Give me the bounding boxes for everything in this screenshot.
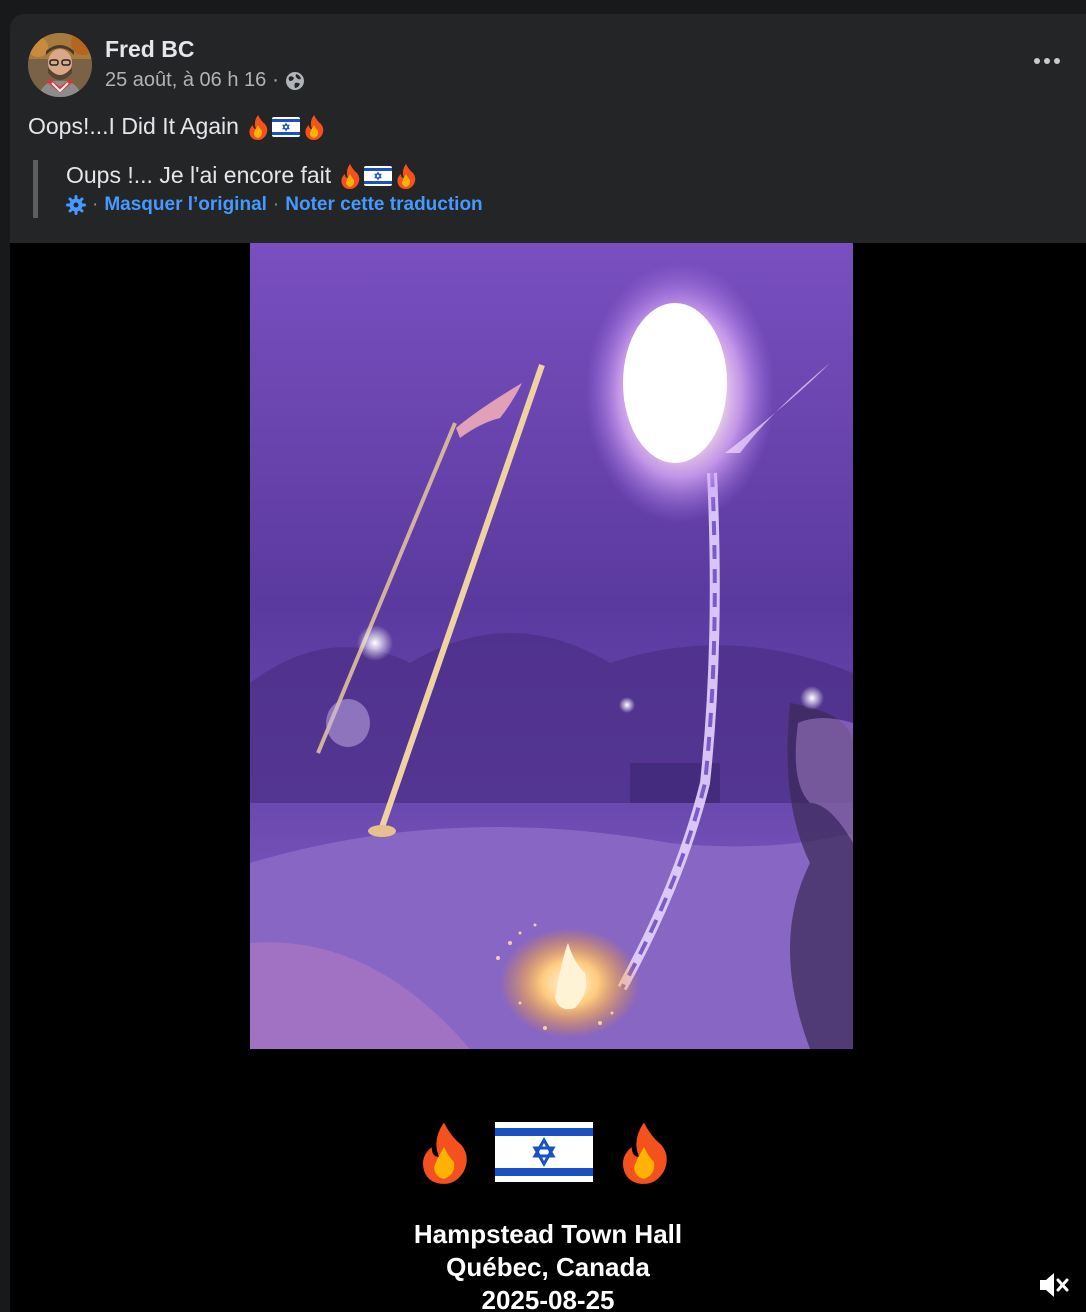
translation-emojis <box>339 163 417 189</box>
video-overlay-emojis <box>10 1120 1086 1184</box>
fire-icon <box>397 163 416 189</box>
link-separator: · <box>272 194 280 215</box>
muted-speaker-icon[interactable] <box>1036 1267 1072 1303</box>
avatar[interactable] <box>28 33 92 97</box>
video-frame-image <box>250 243 853 1049</box>
israel-flag-icon <box>271 116 300 137</box>
fire-icon <box>622 1122 667 1184</box>
translated-message: Oups !... Je l'ai encore fait <box>66 162 332 188</box>
night-flag-fire-scene <box>250 243 853 1049</box>
avatar-image <box>28 33 92 97</box>
translation-text-row: Oups !... Je l'ai encore fait <box>66 162 483 189</box>
fire-icon <box>249 114 268 140</box>
post-emojis <box>247 114 325 140</box>
post-text: Oops!...I Did It Again <box>28 113 325 140</box>
globe-icon[interactable] <box>285 71 305 91</box>
rate-translation-link[interactable]: Noter cette traduction <box>285 194 482 216</box>
post-timestamp[interactable]: 25 août, à 06 h 16 <box>105 69 266 92</box>
translation-links: · Masquer l’original · Noter cette tradu… <box>66 194 483 216</box>
translation-block: Oups !... Je l'ai encore fait · Masquer … <box>33 160 483 218</box>
israel-flag-icon <box>364 165 393 186</box>
link-separator: · <box>92 194 99 215</box>
video-player[interactable]: Hampstead Town Hall Québec, Canada 2025-… <box>10 243 1086 1312</box>
caption-location: Hampstead Town Hall <box>413 1219 683 1249</box>
caption-region: Québec, Canada <box>446 1252 650 1282</box>
dot <box>1054 58 1060 64</box>
video-caption: Hampstead Town Hall Québec, Canada 2025-… <box>10 1218 1086 1312</box>
gear-icon[interactable] <box>66 195 86 215</box>
israel-flag-icon <box>495 1122 593 1182</box>
fire-icon <box>305 114 324 140</box>
hide-original-link[interactable]: Masquer l’original <box>104 194 267 216</box>
dot <box>1034 58 1040 64</box>
meta-separator: · <box>272 69 279 91</box>
fire-icon <box>422 1122 467 1184</box>
caption-date: 2025-08-25 <box>481 1285 615 1312</box>
dot <box>1044 58 1050 64</box>
post-message: Oops!...I Did It Again <box>28 113 239 139</box>
page: Fred BC 25 août, à 06 h 16 · Oops!...I D… <box>0 0 1086 1312</box>
more-options-button[interactable] <box>1030 46 1064 76</box>
post-meta: 25 août, à 06 h 16 · <box>105 69 305 92</box>
post-card: Fred BC 25 août, à 06 h 16 · Oops!...I D… <box>10 14 1086 1312</box>
post-header: Fred BC 25 août, à 06 h 16 · Oops!...I D… <box>10 14 1086 244</box>
fire-icon <box>341 163 360 189</box>
author-name[interactable]: Fred BC <box>105 36 194 63</box>
